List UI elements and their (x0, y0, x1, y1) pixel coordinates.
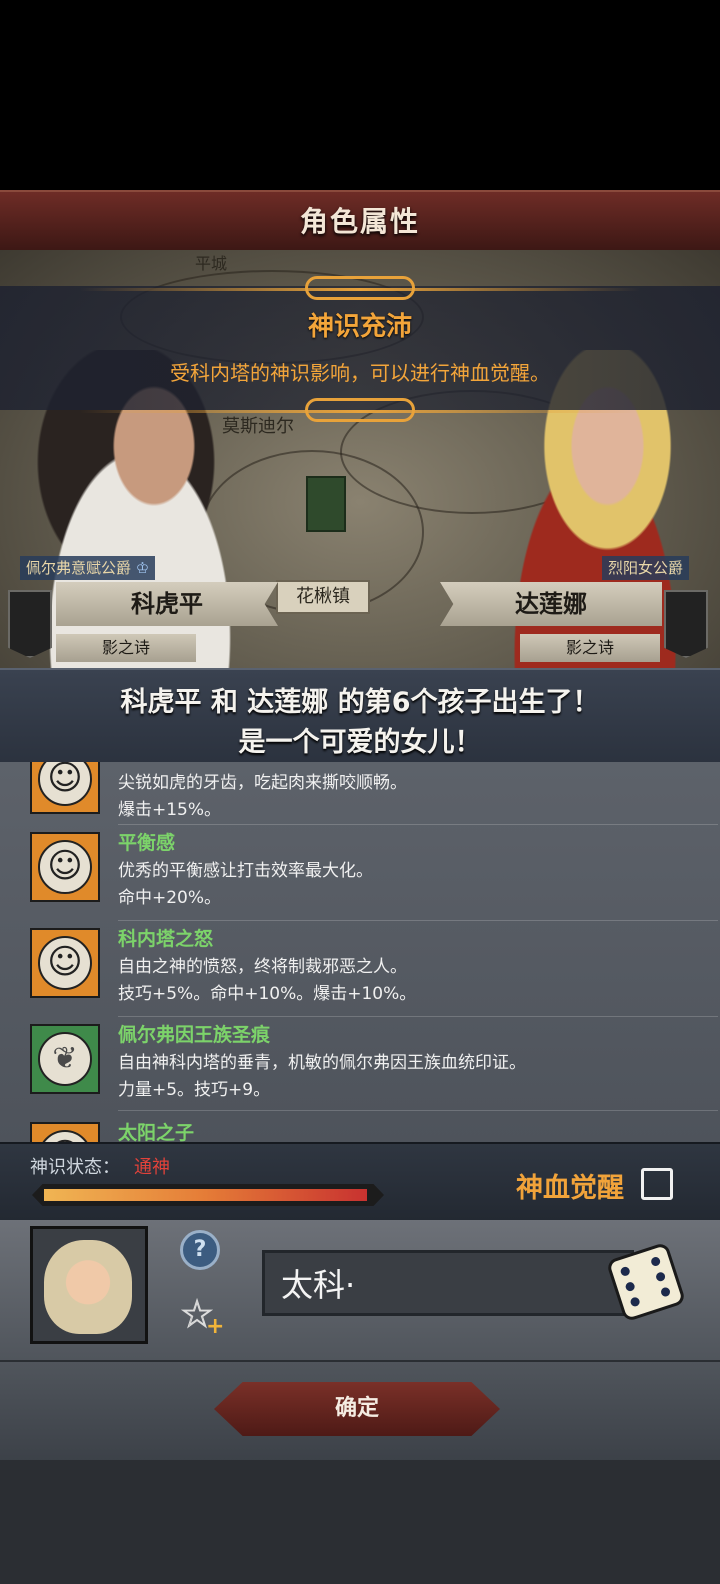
father-rank: 佩尔弗意赋公爵 ♔ (20, 556, 156, 580)
progress-bar-fill (44, 1189, 368, 1201)
trait-description: 自由之神的愤怒，终将制裁邪恶之人。 (118, 957, 407, 977)
crown-icon: ♔ (135, 559, 150, 577)
mother-rank: 烈阳女公爵 (602, 556, 690, 580)
list-item: ☺ 平衡感 优秀的平衡感让打击效率最大化。 命中+20%。 (0, 826, 720, 922)
trait-effect: 命中+20%。 (118, 888, 222, 908)
baby-icon (44, 1240, 132, 1334)
town-label: 花楸镇 (276, 580, 370, 614)
trait-description: 优秀的平衡感让打击效率最大化。 (118, 861, 373, 881)
list-item: ❦ 佩尔弗因王族圣痕 自由神科内塔的垂青，机敏的佩尔弗因王族血统印证。 力量+5… (0, 1018, 720, 1114)
divider (118, 1110, 718, 1111)
tree-banner-icon (306, 476, 346, 532)
ornament-knot-icon (305, 398, 415, 422)
trait-list[interactable]: ☺ 尖锐如虎的牙齿，吃起肉来撕咬顺畅。 爆击+15%。 ☺ 平衡感 优秀的平衡感… (0, 762, 720, 1142)
plus-icon: + (206, 1314, 225, 1339)
awakening-title: 神识充沛 (307, 312, 412, 342)
list-item: ☺ 科内塔之怒 自由之神的愤怒，终将制裁邪恶之人。 技巧+5%。命中+10%。爆… (0, 922, 720, 1018)
awaken-label: 神血觉醒 (516, 1173, 624, 1204)
status-value: 通神 (134, 1157, 170, 1178)
mother-name-plate: 达莲娜 (440, 582, 662, 626)
divider (118, 824, 718, 825)
birth-message-line2: 是一个可爱的女儿！ (238, 727, 482, 758)
ornament-knot-icon (305, 276, 415, 300)
smile-sun-icon: ☺ (30, 832, 100, 902)
mother-house: 影之诗 (520, 634, 660, 662)
child-name-input[interactable] (262, 1250, 634, 1316)
birth-message-line1: 科虎平 和 达莲娜 的第6个孩子出生了！ (120, 687, 600, 718)
house-flag-icon (8, 590, 52, 658)
trait-name: 佩尔弗因王族圣痕 (118, 1024, 271, 1046)
awakening-banner (0, 286, 720, 410)
list-item: ☺ 太阳之子 (0, 1116, 720, 1142)
page-title: 角色属性 (299, 205, 420, 238)
smile-sun-icon: ☺ (30, 762, 100, 814)
divider (118, 920, 718, 921)
trait-description: 尖锐如虎的牙齿，吃起肉来撕咬顺畅。 (118, 773, 407, 793)
awaken-checkbox[interactable] (641, 1168, 673, 1200)
father-name-plate: 科虎平 (56, 582, 278, 626)
trait-name: 平衡感 (118, 832, 176, 854)
awakening-description: 受科内塔的神识影响，可以进行神血觉醒。 (170, 361, 550, 385)
trait-effect: 爆击+15%。 (118, 800, 222, 820)
smile-sun-icon: ☺ (30, 1122, 100, 1142)
trait-effect: 力量+5。技巧+9。 (118, 1080, 271, 1100)
feather-icon: ❦ (30, 1024, 100, 1094)
trait-description: 自由神科内塔的垂青，机敏的佩尔弗因王族血统印证。 (118, 1053, 526, 1073)
trait-effect: 技巧+5%。命中+10%。爆击+10%。 (118, 984, 417, 1004)
help-icon[interactable]: ? (180, 1230, 220, 1270)
house-flag-icon (664, 590, 708, 658)
confirm-button[interactable]: 确定 (214, 1382, 500, 1436)
trait-name: 科内塔之怒 (118, 928, 214, 950)
smile-sun-icon: ☺ (30, 928, 100, 998)
divider (118, 1016, 718, 1017)
bottom-bar (0, 1460, 720, 1584)
trait-name: 太阳之子 (118, 1122, 195, 1142)
map-label-city: 平城 (195, 254, 228, 273)
father-house: 影之诗 (56, 634, 196, 662)
status-label: 神识状态： (30, 1157, 120, 1178)
